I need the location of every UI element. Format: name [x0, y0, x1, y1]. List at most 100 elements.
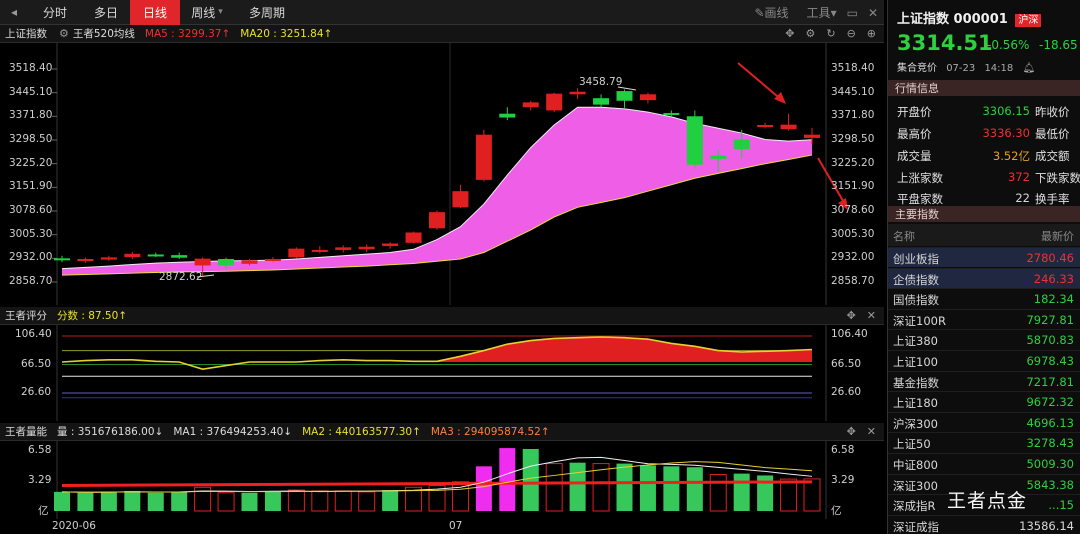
- candle-body: [593, 98, 610, 105]
- candle-body: [616, 91, 633, 101]
- volume-chart-svg: [54, 441, 827, 519]
- tab-daily[interactable]: 日线: [130, 0, 180, 25]
- tab-weekly[interactable]: 周线 ▾: [180, 0, 234, 25]
- y-tick-right: 3445.10: [831, 85, 875, 98]
- candle-body: [77, 258, 94, 261]
- close-icon[interactable]: ✕: [868, 6, 878, 20]
- volume-chart[interactable]: 6.58 6.58 3.29 3.29 亿 亿: [0, 441, 884, 519]
- score-tick-left: 66.50: [21, 357, 52, 370]
- tab-intraday[interactable]: 分时: [28, 0, 82, 25]
- candle-body: [100, 257, 117, 260]
- index-row[interactable]: 上证100 6978.43: [888, 350, 1080, 370]
- main-chart-header: 上证指数 ⚙ 王者520均线 MA5 : 3299.37↑ MA20 : 325…: [0, 25, 884, 43]
- price-change: -18.65: [1039, 38, 1078, 52]
- tab-multi-period[interactable]: 多周期: [234, 0, 300, 25]
- back-icon[interactable]: ◂: [0, 0, 28, 25]
- info-label: 最低价: [1035, 127, 1070, 141]
- volume-panel-header: 王者量能 量 : 351676186.00↓ MA1 : 376494253.4…: [0, 423, 884, 441]
- y-tick-right: 2858.70: [831, 275, 875, 287]
- y-tick-right: 3371.80: [831, 109, 875, 122]
- gear-icon[interactable]: ⚙: [805, 27, 815, 40]
- y-tick-left: 3371.80: [9, 109, 53, 122]
- info-label: 开盘价: [897, 105, 932, 119]
- zoom-out-icon[interactable]: ⊖: [847, 27, 856, 40]
- zoom-in-icon[interactable]: ⊕: [867, 27, 876, 40]
- volume-bar: [545, 463, 563, 512]
- index-row[interactable]: 企债指数 246.33: [888, 267, 1080, 288]
- volume-bar: [709, 474, 727, 512]
- volume-bar: [77, 492, 94, 511]
- info-value: 3306.15: [982, 104, 1030, 118]
- volume-ma3: MA3 : 294095874.52↑: [430, 425, 550, 438]
- index-name: 国债指数: [893, 293, 939, 308]
- tab-multi-day[interactable]: 多日: [82, 0, 130, 25]
- candle-body: [171, 255, 188, 258]
- index-name: 深证300: [893, 478, 938, 493]
- index-row[interactable]: 上证180 9672.32: [888, 391, 1080, 411]
- volume-bar: [522, 448, 539, 511]
- index-row[interactable]: 国债指数 182.34: [888, 288, 1080, 308]
- index-row[interactable]: 基金指数 7217.81: [888, 370, 1080, 391]
- volume-bar: [100, 491, 117, 511]
- vol-tick-right: 6.58: [831, 444, 855, 456]
- score-chart[interactable]: 106.40 106.40 66.50 66.50 26.60 26.60: [0, 325, 884, 421]
- index-price: 5843.38: [1026, 477, 1074, 492]
- refresh-icon[interactable]: ↻: [826, 27, 835, 40]
- volume-bar: [780, 478, 798, 512]
- index-row[interactable]: 上证380 5870.83: [888, 329, 1080, 349]
- market-info-header: 行情信息: [888, 80, 1080, 96]
- candle-body: [757, 124, 774, 127]
- candle-body: [569, 91, 586, 95]
- score-close-icon[interactable]: ✕: [867, 309, 876, 322]
- index-row[interactable]: 深证100R 7927.81: [888, 308, 1080, 329]
- bell-icon[interactable]: 🔔︎: [1022, 63, 1035, 74]
- volume-bar: [382, 490, 399, 511]
- index-name: 上证180: [893, 396, 938, 411]
- session-label: 集合竞价: [897, 63, 937, 74]
- candle-body: [686, 116, 703, 165]
- restore-icon[interactable]: ▭: [847, 6, 858, 20]
- info-value: 3336.30: [982, 126, 1030, 140]
- index-row[interactable]: 深证成指 13586.14: [888, 514, 1080, 534]
- index-row[interactable]: 中证800 5009.30: [888, 453, 1080, 473]
- index-row[interactable]: 创业板指 2780.46: [888, 247, 1080, 267]
- tools-button[interactable]: 工具▾: [807, 4, 837, 21]
- index-name: 上证50: [893, 437, 931, 452]
- score-move-icon[interactable]: ✥: [847, 309, 856, 322]
- indicator-name[interactable]: 王者520均线: [73, 26, 135, 41]
- col-price: 最新价: [1041, 230, 1074, 243]
- y-tick-right: 3151.90: [831, 180, 875, 193]
- volume-move-icon[interactable]: ✥: [847, 425, 856, 438]
- candle-body: [499, 113, 516, 118]
- y-tick-right: 2932.00: [831, 251, 875, 264]
- candle-body: [311, 249, 328, 252]
- pen-icon: ✎: [754, 6, 765, 20]
- index-name: 上证100: [893, 355, 938, 369]
- high-label: 3458.79: [579, 76, 623, 88]
- candle-body: [546, 93, 563, 111]
- index-name: 上证380: [893, 334, 938, 349]
- index-row[interactable]: 上证50 3278.43: [888, 432, 1080, 452]
- vol-tick-left: 亿: [38, 505, 49, 517]
- draw-button[interactable]: ✎画线: [754, 4, 788, 21]
- volume-bar: [54, 491, 70, 511]
- move-icon[interactable]: ✥: [785, 27, 794, 40]
- candle-body: [264, 258, 281, 261]
- col-name: 名称: [893, 230, 915, 243]
- volume-close-icon[interactable]: ✕: [867, 425, 876, 438]
- volume-bar: [217, 492, 235, 512]
- price-chart[interactable]: 3458.79 2872.62 3518.40 3518.40 3445.10 344…: [0, 43, 884, 305]
- y-tick-left: 3005.30: [9, 227, 53, 240]
- indicator-gear-icon[interactable]: ⚙: [59, 27, 69, 40]
- volume-bar: [639, 465, 656, 511]
- index-name: 深证成指: [893, 519, 939, 534]
- ma20-value: MA20 : 3251.84↑: [240, 27, 333, 40]
- index-row[interactable]: 沪深300 4696.13: [888, 411, 1080, 432]
- volume-bar: [147, 492, 164, 511]
- draw-label: 画线: [764, 6, 789, 20]
- session-date: 07-23: [946, 63, 976, 74]
- score-tick-right: 106.40: [831, 328, 868, 340]
- y-tick-left: 2932.00: [9, 251, 53, 264]
- volume-bar: [311, 490, 329, 512]
- y-tick-left: 3298.50: [9, 133, 53, 145]
